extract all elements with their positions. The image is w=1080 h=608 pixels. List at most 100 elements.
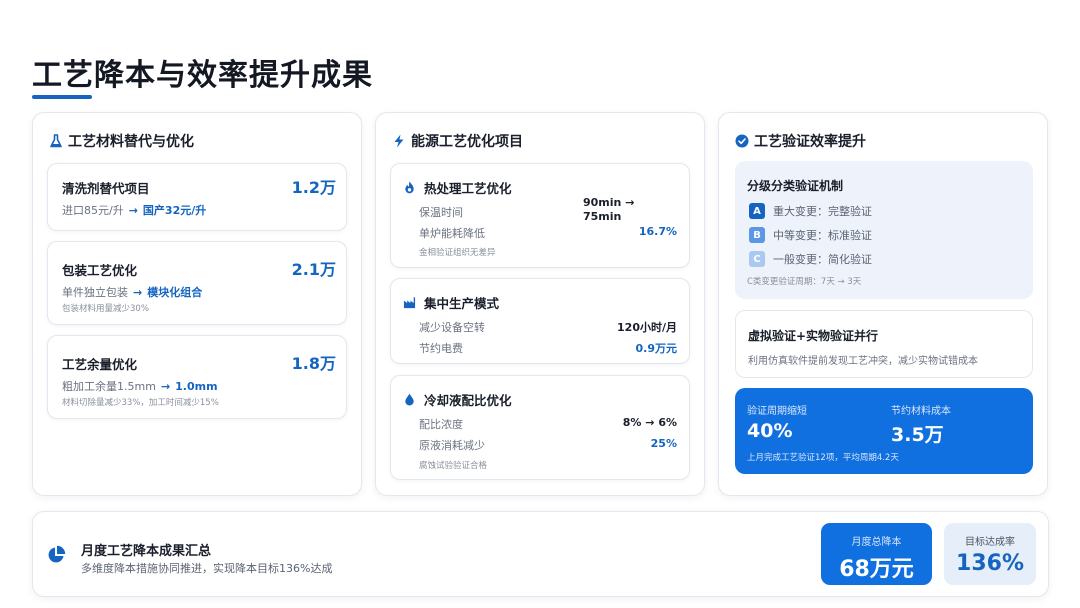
energy-panel: 能源工艺优化项目 热处理工艺优化 保温时间 90min → 75min 单炉能耗… — [375, 112, 705, 496]
check-circle-icon — [735, 134, 749, 148]
heat-treatment-card: 热处理工艺优化 保温时间 90min → 75min 单炉能耗降低 16.7% … — [390, 163, 690, 268]
summary-title: 月度工艺降本成果汇总 — [81, 544, 212, 559]
cleaner-card: 清洗剂替代项目 1.2万 进口85元/升 → 国产32元/升 — [47, 163, 347, 231]
card-note: 包装材料用量减少30% — [62, 304, 149, 314]
card-title: 包装工艺优化 — [62, 263, 138, 278]
metric-row: 原液消耗减少 25% — [419, 437, 677, 453]
card-header: 集中生产模式 — [403, 293, 499, 312]
level-item: B 中等变更：标准验证 — [749, 227, 872, 243]
level-badge: A — [749, 203, 765, 219]
packaging-card: 包装工艺优化 2.1万 单件独立包装 → 模块化组合 包装材料用量减少30% — [47, 241, 347, 325]
centralized-production-card: 集中生产模式 减少设备空转 120小时/月 节约电费 0.9万元 — [390, 278, 690, 364]
level-item: A 重大变更：完整验证 — [749, 203, 872, 219]
flask-icon — [50, 134, 62, 148]
parallel-title: 虚拟验证+实物验证并行 — [748, 329, 879, 343]
card-header: 热处理工艺优化 — [403, 178, 512, 197]
highlight-value: 3.5万 — [891, 424, 944, 446]
factory-icon — [403, 297, 416, 309]
verification-panel: 工艺验证效率提升 分级分类验证机制 A 重大变更：完整验证 B 中等变更：标准验… — [718, 112, 1048, 496]
level-text: 一般变更：简化验证 — [773, 253, 872, 266]
metric-label: 单炉能耗降低 — [419, 227, 485, 240]
highlight-label: 节约材料成本 — [891, 406, 951, 417]
metric-value: 120小时/月 — [617, 321, 677, 334]
material-panel-header: 工艺材料替代与优化 — [49, 131, 194, 151]
compare-from: 进口85元/升 — [62, 204, 124, 217]
stat-value: 68万元 — [839, 557, 914, 582]
metric-row: 单炉能耗降低 16.7% — [419, 225, 677, 241]
metric-label: 配比浓度 — [419, 418, 463, 431]
droplet-icon — [405, 393, 414, 406]
metric-value: 16.7% — [638, 225, 677, 238]
compare-to: 1.0mm — [175, 379, 218, 393]
material-panel: 工艺材料替代与优化 清洗剂替代项目 1.2万 进口85元/升 → 国产32元/升… — [32, 112, 362, 496]
metric-label: 节约电费 — [419, 342, 463, 355]
metric-value: 25% — [650, 437, 677, 450]
parallel-verification-card: 虚拟验证+实物验证并行 利用仿真软件提前发现工艺冲突，减少实物试错成本 — [735, 310, 1033, 378]
metric-row: 保温时间 90min → 75min — [419, 196, 677, 223]
arrow-right-icon: → — [128, 203, 138, 217]
highlight-value: 40% — [747, 420, 793, 442]
card-value: 1.2万 — [291, 178, 336, 197]
level-text: 重大变更：完整验证 — [773, 205, 872, 218]
metric-label: 减少设备空转 — [419, 321, 485, 334]
metric-value: 90min → 75min — [583, 196, 635, 223]
metric-value: 8% → 6% — [622, 416, 677, 429]
card-compare: 进口85元/升 → 国产32元/升 — [62, 202, 206, 218]
verification-panel-title: 工艺验证效率提升 — [754, 134, 866, 150]
target-rate-stat: 目标达成率 136% — [944, 523, 1036, 585]
card-value: 1.8万 — [291, 354, 336, 373]
page-title: 工艺降本与效率提升成果 — [32, 58, 373, 93]
level-text: 中等变更：标准验证 — [773, 229, 872, 242]
verification-highlight-card: 验证周期缩短 40% 节约材料成本 3.5万 上月完成工艺验证12项，平均周期4… — [735, 388, 1033, 474]
card-title: 清洗剂替代项目 — [62, 181, 150, 196]
level-item: C 一般变更：简化验证 — [749, 251, 872, 267]
flame-icon — [405, 181, 414, 194]
metric-label: 原液消耗减少 — [419, 439, 485, 452]
verification-panel-header: 工艺验证效率提升 — [735, 131, 866, 151]
allowance-card: 工艺余量优化 1.8万 粗加工余量1.5mm → 1.0mm 材料切除量减少33… — [47, 335, 347, 419]
card-header: 冷却液配比优化 — [403, 390, 512, 409]
card-title: 集中生产模式 — [424, 296, 500, 311]
card-note: 金相验证组织无差异 — [419, 248, 496, 258]
title-underline — [32, 95, 92, 99]
parallel-desc: 利用仿真软件提前发现工艺冲突，减少实物试错成本 — [748, 356, 978, 367]
stat-value: 136% — [956, 551, 1024, 576]
compare-from: 粗加工余量1.5mm — [62, 380, 156, 393]
material-panel-title: 工艺材料替代与优化 — [68, 134, 194, 150]
total-savings-stat: 月度总降本 68万元 — [821, 523, 932, 585]
metric-value: 0.9万元 — [635, 342, 678, 355]
card-note: 材料切除量减少33%，加工时间减少15% — [62, 398, 219, 408]
card-note: 腐蚀试验验证合格 — [419, 461, 488, 471]
level-badge: B — [749, 227, 765, 243]
compare-to: 模块化组合 — [147, 286, 203, 299]
compare-from: 单件独立包装 — [62, 286, 128, 299]
stat-label: 目标达成率 — [965, 537, 1015, 548]
mechanism-title: 分级分类验证机制 — [747, 179, 844, 193]
energy-panel-title: 能源工艺优化项目 — [411, 134, 523, 150]
card-title: 工艺余量优化 — [62, 357, 138, 372]
coolant-card: 冷却液配比优化 配比浓度 8% → 6% 原液消耗减少 25% 腐蚀试验验证合格 — [390, 375, 690, 480]
tiered-verification-box: 分级分类验证机制 A 重大变更：完整验证 B 中等变更：标准验证 C 一般变更：… — [735, 161, 1033, 299]
mechanism-note: C类变更验证周期：7天 → 3天 — [747, 277, 862, 287]
metric-row: 减少设备空转 120小时/月 — [419, 319, 677, 335]
card-compare: 粗加工余量1.5mm → 1.0mm — [62, 378, 218, 394]
card-value: 2.1万 — [291, 260, 336, 279]
metric-row: 节约电费 0.9万元 — [419, 340, 677, 356]
card-compare: 单件独立包装 → 模块化组合 — [62, 284, 202, 300]
lightning-icon — [394, 134, 404, 148]
card-title: 冷却液配比优化 — [424, 393, 512, 408]
metric-label: 保温时间 — [419, 206, 463, 219]
monthly-summary-bar: 月度工艺降本成果汇总 多维度降本措施协同推进，实现降本目标136%达成 月度总降… — [32, 511, 1049, 597]
level-badge: C — [749, 251, 765, 267]
card-title: 热处理工艺优化 — [424, 181, 512, 196]
energy-panel-header: 能源工艺优化项目 — [392, 131, 523, 151]
pie-chart-icon — [48, 545, 66, 563]
stat-label: 月度总降本 — [851, 537, 902, 548]
highlight-note: 上月完成工艺验证12项，平均周期4.2天 — [747, 453, 899, 463]
summary-desc: 多维度降本措施协同推进，实现降本目标136%达成 — [81, 562, 333, 575]
highlight-label: 验证周期缩短 — [747, 406, 807, 417]
arrow-right-icon: → — [133, 285, 143, 299]
arrow-right-icon: → — [160, 379, 171, 393]
metric-row: 配比浓度 8% → 6% — [419, 416, 677, 432]
compare-to: 国产32元/升 — [142, 204, 207, 217]
